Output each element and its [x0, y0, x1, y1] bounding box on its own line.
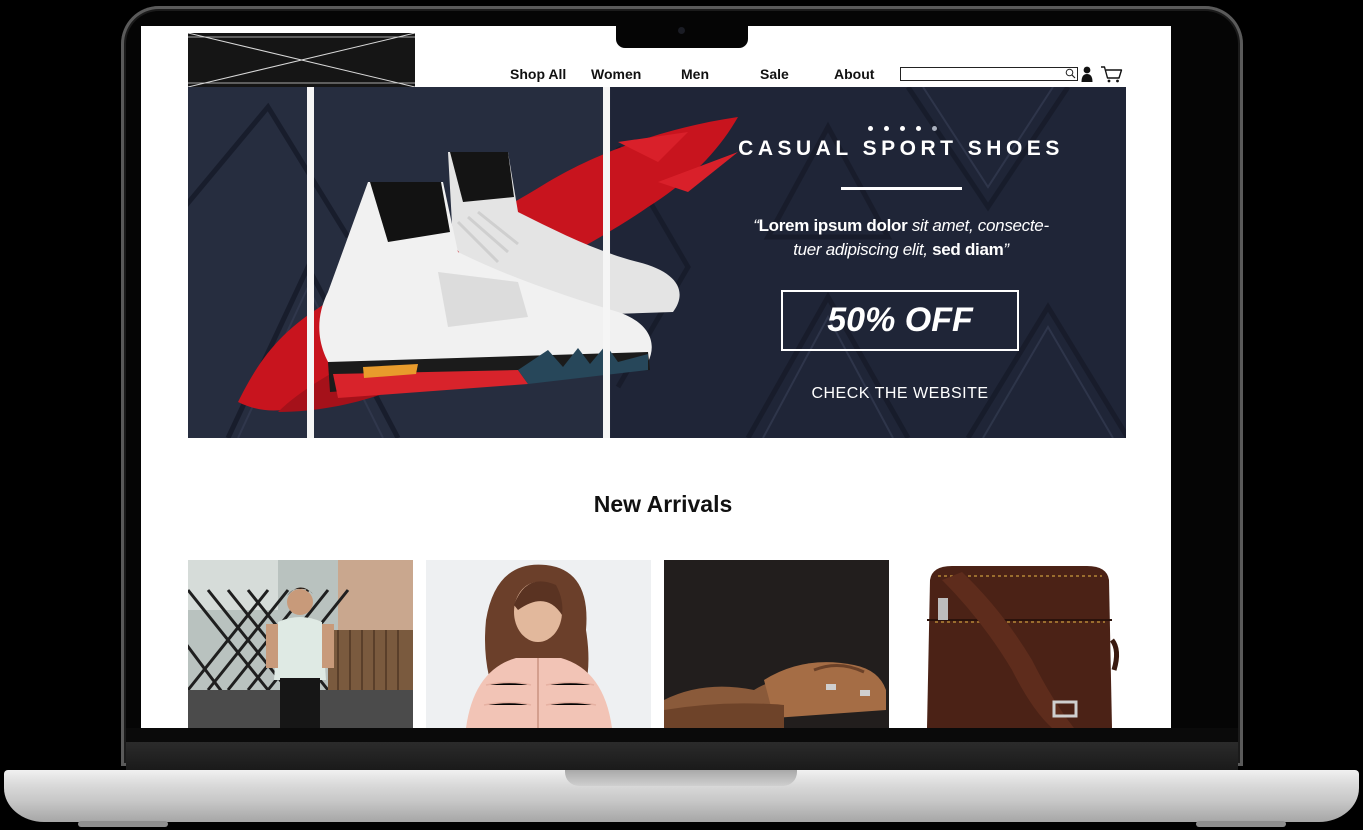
carousel-dot[interactable] [868, 126, 873, 131]
hero-quote: “Lorem ipsum dolor sit amet, consecte-tu… [753, 216, 1049, 259]
hero-divider [307, 87, 314, 438]
camera-icon [678, 27, 685, 34]
sneaker-image [238, 117, 738, 412]
hero-quote-text: sit amet, consecte- [907, 216, 1049, 235]
search-icon[interactable] [1065, 68, 1076, 79]
hero-quote-bold: Lorem ipsum dolor [758, 216, 908, 235]
hero-title: CASUAL SPORT SHOES [738, 137, 1064, 160]
carousel-dot[interactable] [916, 126, 921, 131]
image-placeholder-icon [188, 33, 415, 87]
product-card[interactable] [664, 560, 889, 728]
laptop-foot-left [78, 821, 168, 827]
logo-placeholder[interactable] [188, 33, 415, 87]
nav-women[interactable]: Women [591, 66, 641, 82]
search-input[interactable] [903, 68, 1063, 80]
brown-shoes-photo [664, 560, 889, 728]
carousel-dot[interactable] [932, 126, 937, 131]
discount-button[interactable]: 50% OFF [781, 290, 1019, 351]
product-card[interactable] [188, 560, 413, 728]
cart-icon[interactable] [1100, 65, 1123, 83]
search-bar [900, 67, 1078, 81]
carousel-dots [868, 118, 948, 136]
hero-quote-bold: sed diam [932, 240, 1004, 259]
product-card[interactable] [426, 560, 651, 728]
nav-about[interactable]: About [834, 66, 874, 82]
hero-quote-text: tuer adipiscing elit, [793, 240, 933, 259]
nav-men[interactable]: Men [681, 66, 709, 82]
hero-divider [603, 87, 610, 438]
check-website-link[interactable]: CHECK THE WEBSITE [758, 385, 1042, 403]
carousel-dot[interactable] [900, 126, 905, 131]
nav-sale[interactable]: Sale [760, 66, 789, 82]
leather-bag-photo [902, 560, 1127, 728]
laptop-hinge [126, 742, 1238, 770]
carousel-dot[interactable] [884, 126, 889, 131]
laptop-foot-right [1196, 821, 1286, 827]
hero-divider-line [841, 187, 962, 190]
section-title: New Arrivals [593, 491, 733, 517]
hero-banner: CASUAL SPORT SHOES “Lorem ipsum dolor si… [188, 87, 1126, 438]
user-icon[interactable] [1081, 66, 1093, 82]
screen-bezel-bottom [126, 728, 1238, 742]
man-tshirt-photo [188, 560, 413, 728]
product-card[interactable] [902, 560, 1127, 728]
nav-shop-all[interactable]: Shop All [510, 66, 566, 82]
woman-jacket-photo [426, 560, 651, 728]
laptop-base-notch [565, 770, 797, 786]
